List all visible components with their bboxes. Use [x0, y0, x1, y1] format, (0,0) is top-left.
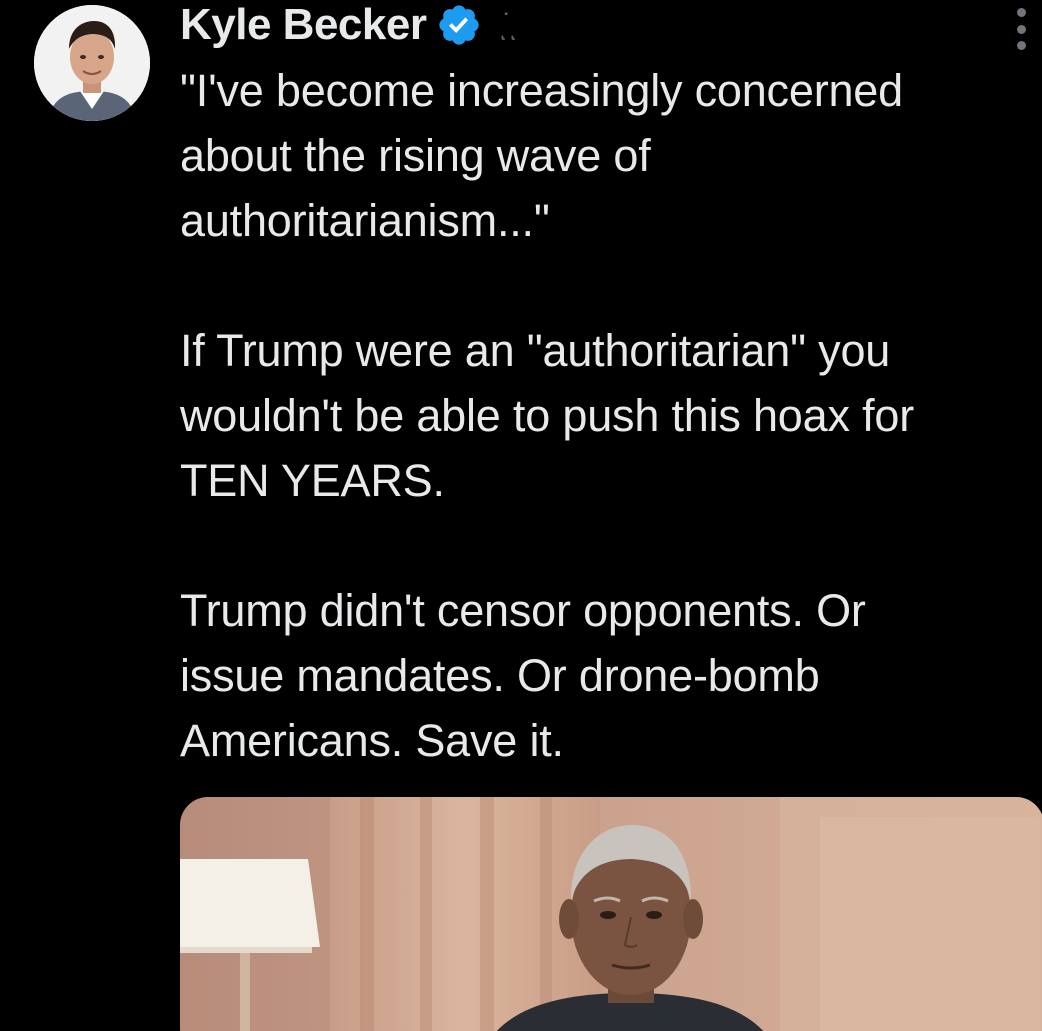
text-line: wouldn't be able to push this hoax for	[180, 390, 914, 441]
author-name[interactable]: Kyle Becker	[180, 0, 427, 50]
tweet-header: Kyle Becker ͅ˙ͅ	[180, 0, 512, 50]
text-line: TEN YEARS.	[180, 455, 445, 506]
tweet[interactable]: Kyle Becker ͅ˙ͅ "I've become increasingl…	[0, 0, 1042, 1031]
text-line: "I've become increasingly concerned	[180, 65, 903, 116]
more-options-icon[interactable]	[1008, 8, 1034, 50]
tweet-text: "I've become increasingly concerned abou…	[180, 58, 1030, 773]
text-line: Americans. Save it.	[180, 715, 564, 766]
avatar-photo	[34, 5, 150, 121]
text-line: Trump didn't censor opponents. Or	[180, 585, 866, 636]
verified-badge-icon	[436, 2, 482, 48]
tweet-paragraph: If Trump were an "authoritarian" you wou…	[180, 318, 1030, 513]
author-handle[interactable]: ͅ˙ͅ	[502, 8, 512, 42]
tweet-paragraph: Trump didn't censor opponents. Or issue …	[180, 578, 1030, 773]
tweet-paragraph: "I've become increasingly concerned abou…	[180, 58, 1030, 253]
text-line: authoritarianism..."	[180, 195, 550, 246]
tweet-media-thumbnail[interactable]	[180, 797, 1042, 1031]
text-line: issue mandates. Or drone-bomb	[180, 650, 820, 701]
text-line: If Trump were an "authoritarian" you	[180, 325, 891, 376]
video-thumbnail-image	[180, 797, 1042, 1031]
author-avatar[interactable]	[34, 5, 150, 121]
text-line: about the rising wave of	[180, 130, 651, 181]
